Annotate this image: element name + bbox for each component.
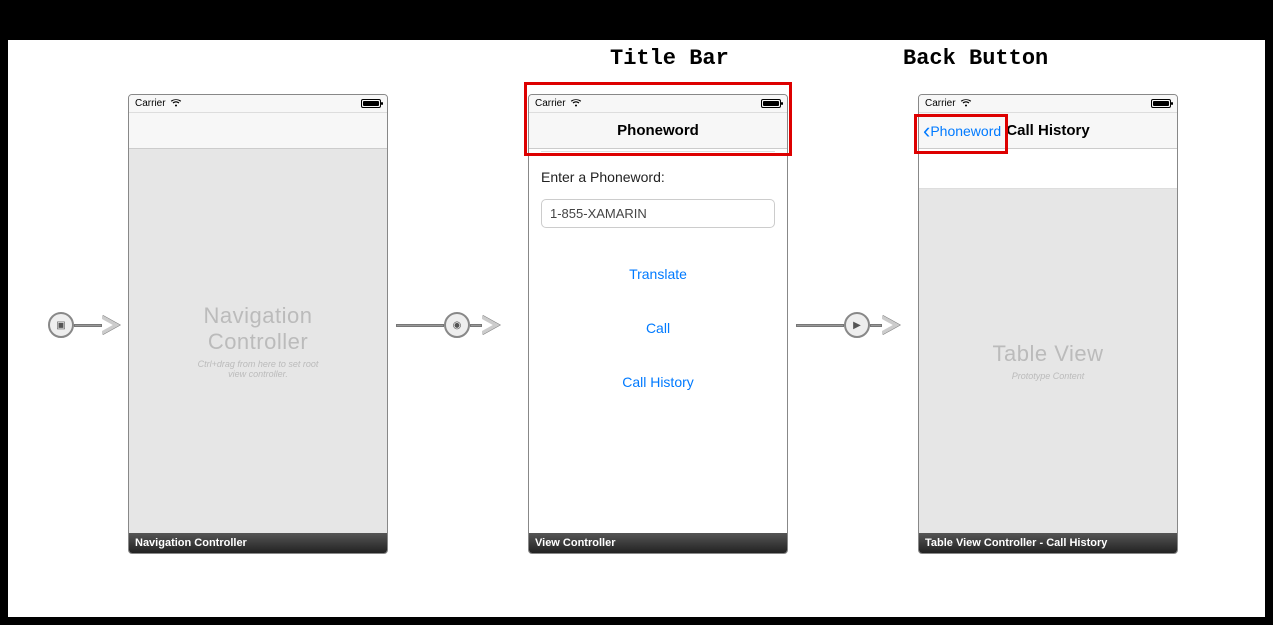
- nav-title: Phoneword: [617, 122, 699, 139]
- back-button[interactable]: ‹ Phoneword: [923, 120, 1001, 142]
- translate-button[interactable]: Translate: [629, 266, 687, 282]
- battery-icon: [361, 99, 381, 108]
- status-bar: Carrier: [919, 95, 1177, 113]
- chevron-left-icon: ‹: [923, 120, 930, 142]
- nav-bar-phoneword: Phoneword: [529, 113, 787, 149]
- screen-table-view-controller: Carrier ‹ Phoneword Call History Table V…: [918, 94, 1178, 554]
- enter-phoneword-label: Enter a Phoneword:: [541, 169, 665, 185]
- entry-point-icon: ▣: [48, 312, 74, 338]
- battery-icon: [761, 99, 781, 108]
- scene-footer: View Controller: [529, 533, 787, 553]
- tableview-placeholder-title: Table View: [993, 341, 1104, 367]
- carrier-label: Carrier: [135, 98, 166, 109]
- segue-root-icon: ◉: [444, 312, 470, 338]
- nav-controller-body: Navigation Controller Ctrl+drag from her…: [129, 149, 387, 533]
- status-bar: Carrier: [529, 95, 787, 113]
- call-history-button[interactable]: Call History: [622, 374, 694, 390]
- status-bar: Carrier: [129, 95, 387, 113]
- storyboard-canvas: Title Bar Back Button ▣ Carrier Navigati…: [8, 40, 1265, 617]
- wifi-icon: [960, 98, 972, 110]
- battery-icon: [1151, 99, 1171, 108]
- entry-point-arrow: ▣: [48, 312, 120, 338]
- table-row[interactable]: [919, 149, 1177, 189]
- call-button[interactable]: Call: [646, 320, 670, 336]
- annotation-back-button: Back Button: [903, 46, 1048, 71]
- scene-footer: Navigation Controller: [129, 533, 387, 553]
- wifi-icon: [570, 98, 582, 110]
- carrier-label: Carrier: [535, 98, 566, 109]
- phoneword-input[interactable]: [541, 199, 775, 228]
- back-button-label: Phoneword: [930, 123, 1001, 139]
- segue-push-icon: ▶: [844, 312, 870, 338]
- screen-view-controller: Carrier Phoneword Enter a Phoneword: Tra…: [528, 94, 788, 554]
- tableview-placeholder-sub: Prototype Content: [993, 371, 1104, 381]
- segue-push[interactable]: ▶: [796, 312, 900, 338]
- nav-controller-placeholder-sub: Ctrl+drag from here to set root view con…: [194, 359, 323, 379]
- annotation-title-bar: Title Bar: [610, 46, 729, 71]
- phoneword-body: Enter a Phoneword: Translate Call Call H…: [529, 149, 787, 533]
- scene-footer: Table View Controller - Call History: [919, 533, 1177, 553]
- nav-bar-empty: [129, 113, 387, 149]
- segue-root[interactable]: ◉: [396, 312, 500, 338]
- nav-controller-placeholder-title: Navigation Controller: [194, 303, 323, 355]
- tableview-body: Table View Prototype Content: [919, 149, 1177, 533]
- screen-navigation-controller: Carrier Navigation Controller Ctrl+drag …: [128, 94, 388, 554]
- wifi-icon: [170, 98, 182, 110]
- nav-bar-call-history: ‹ Phoneword Call History: [919, 113, 1177, 149]
- nav-title: Call History: [1006, 122, 1089, 139]
- carrier-label: Carrier: [925, 98, 956, 109]
